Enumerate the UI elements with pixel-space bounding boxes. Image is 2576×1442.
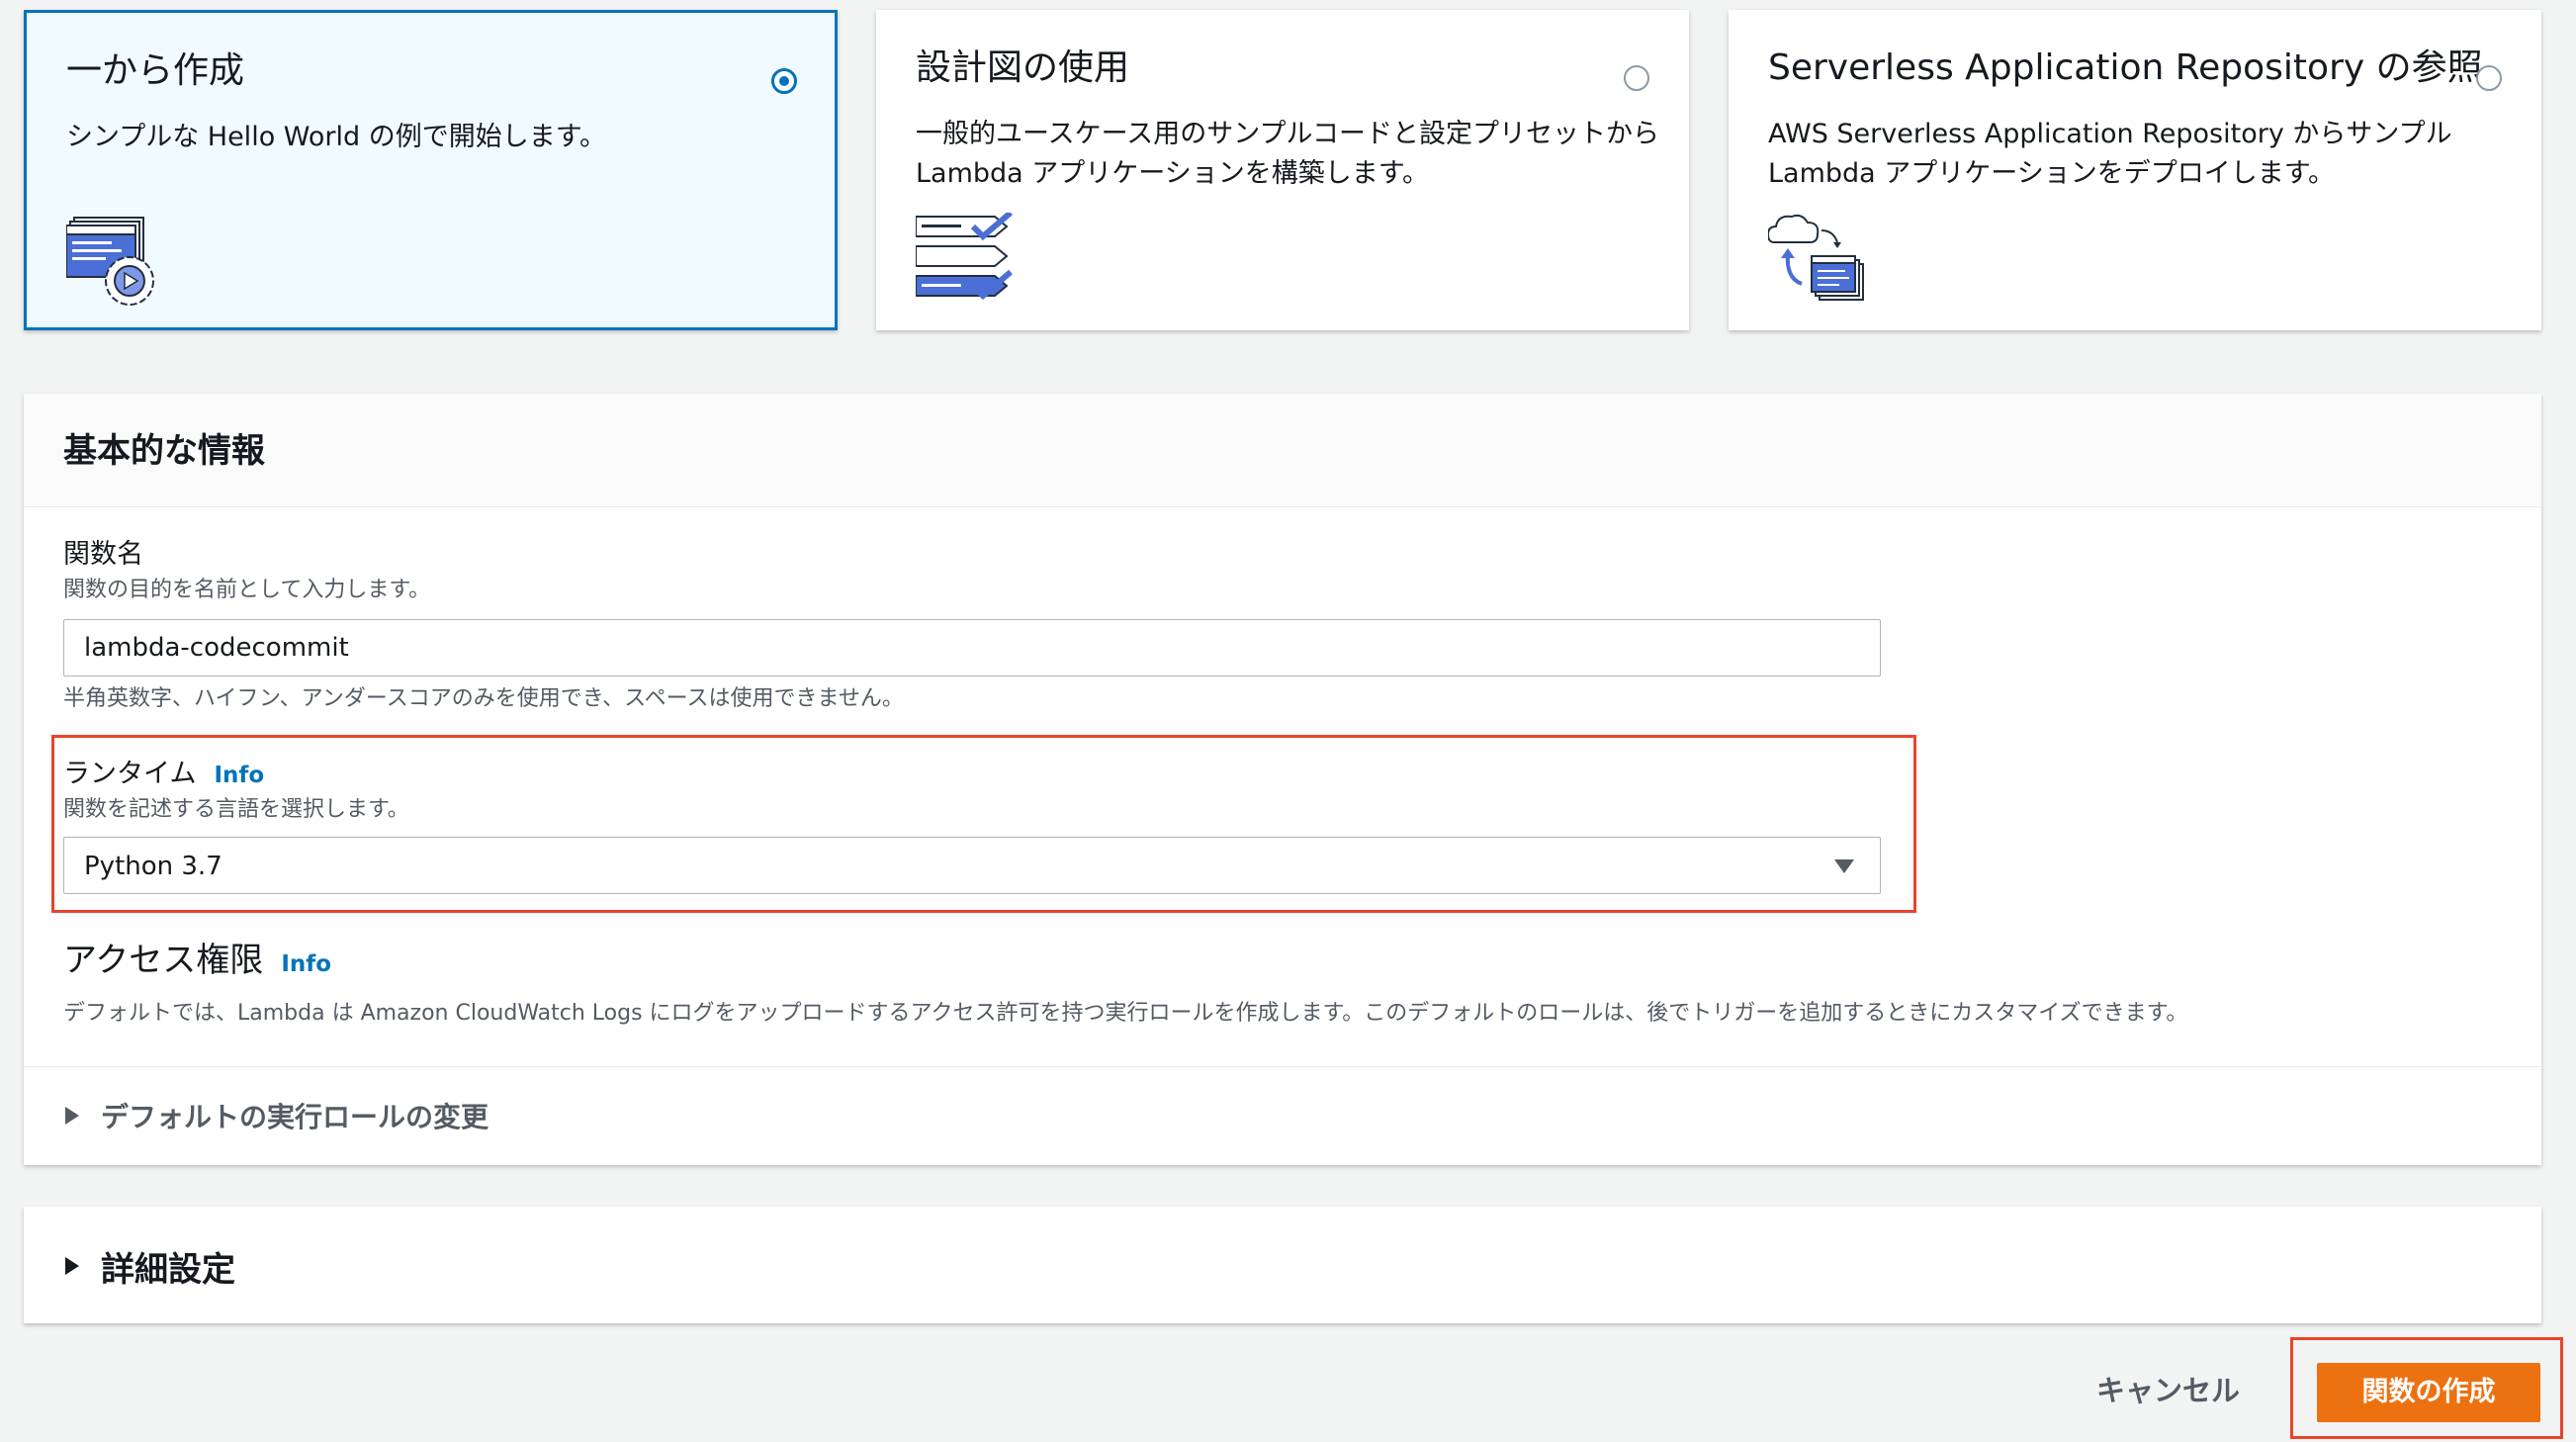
function-name-description: 関数の目的を名前として入力します。 [63,578,431,602]
function-name-label: 関数名 [63,539,143,570]
cancel-button[interactable]: キャンセル [2096,1363,2240,1418]
function-name-input[interactable] [63,619,1881,676]
caret-right-icon [65,1107,79,1125]
execution-role-expander-label: デフォルトの実行ロールの変更 [101,1101,489,1133]
execution-role-expander[interactable]: デフォルトの実行ロールの変更 [65,1096,489,1135]
option-title: Serverless Application Repository の参照 [1768,47,2483,88]
option-title: 一から作成 [66,50,245,91]
option-radio[interactable] [771,68,797,94]
advanced-settings-expander[interactable]: 詳細設定 [65,1244,235,1290]
runtime-label-row: ランタイム Info [63,758,264,792]
runtime-label: ランタイム [63,759,197,789]
panel-title: 基本的な情報 [63,431,265,471]
option-radio[interactable] [1624,65,1649,91]
option-card-serverless-repo[interactable]: Serverless Application Repository の参照 AW… [1729,10,2541,330]
basic-info-panel: 基本的な情報 関数名 関数の目的を名前として入力します。 半角英数字、ハイフン、… [24,394,2541,1165]
permissions-info-link[interactable]: Info [281,951,331,977]
option-description: シンプルな Hello World の例で開始します。 [66,122,607,152]
runtime-select[interactable]: Python 3.7 [63,837,1881,894]
caret-down-icon [1834,859,1854,873]
code-window-gear-icon [65,216,165,315]
option-radio[interactable] [2476,65,2502,91]
advanced-settings-panel: 詳細設定 [24,1207,2541,1323]
option-title: 設計図の使用 [916,47,1130,88]
blueprint-checklist-icon [915,210,1015,308]
option-card-author-from-scratch[interactable]: 一から作成 シンプルな Hello World の例で開始します。 [24,10,838,330]
create-function-page: 一から作成 シンプルな Hello World の例で開始します。 設計図の使用… [0,0,2576,1442]
permissions-description: デフォルトでは、Lambda は Amazon CloudWatch Logs … [63,1001,2188,1026]
permissions-label: アクセス権限 [63,941,264,980]
advanced-settings-label: 詳細設定 [101,1249,235,1290]
panel-header: 基本的な情報 [24,394,2541,507]
cloud-deploy-icon [1766,213,1867,308]
option-card-blueprint[interactable]: 設計図の使用 一般的ユースケース用のサンプルコードと設定プリセットから Lamb… [876,10,1689,330]
option-description: 一般的ユースケース用のサンプルコードと設定プリセットから Lambda アプリケ… [916,119,1659,189]
runtime-info-link[interactable]: Info [214,763,264,788]
section-divider [24,1066,2541,1067]
function-name-hint: 半角英数字、ハイフン、アンダースコアのみを使用でき、スペースは使用できません。 [63,686,904,711]
option-description: AWS Serverless Application Repository から… [1768,119,2452,189]
runtime-description: 関数を記述する言語を選択します。 [63,797,409,822]
runtime-select-value: Python 3.7 [84,852,222,881]
permissions-label-row: アクセス権限 Info [63,940,331,985]
create-function-button[interactable]: 関数の作成 [2317,1363,2540,1422]
caret-right-icon [65,1257,79,1275]
